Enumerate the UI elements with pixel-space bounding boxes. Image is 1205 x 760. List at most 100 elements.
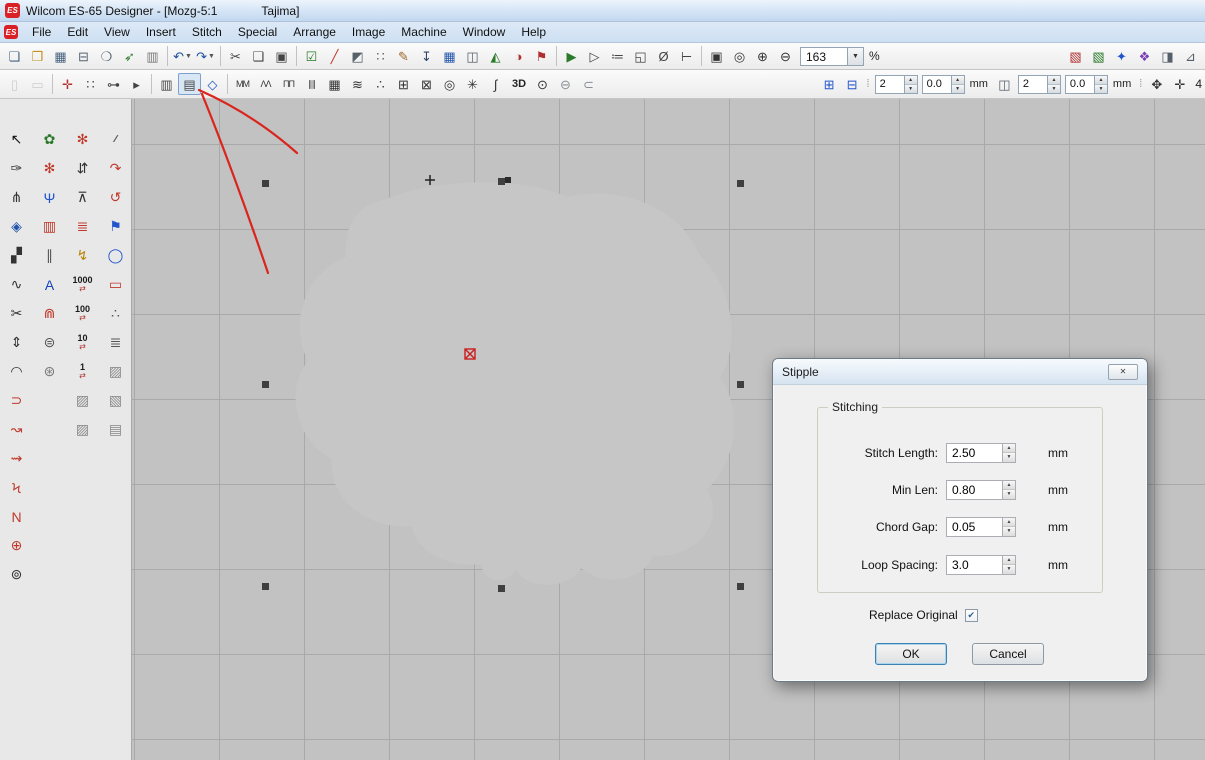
snap-grid-icon[interactable]: ⊟ — [841, 73, 864, 95]
scissors-tool-icon[interactable]: ✂ — [4, 301, 30, 326]
selection-handle[interactable] — [737, 180, 744, 187]
pin-icon[interactable]: ↧ — [415, 45, 438, 67]
redo-icon[interactable]: ↷▼ — [194, 45, 217, 67]
zoom-1-1-icon[interactable]: ◎ — [728, 45, 751, 67]
spin-up-icon[interactable]: ▲ — [1095, 76, 1107, 84]
print-icon[interactable]: ⊟ — [72, 45, 95, 67]
thread-palette-icon[interactable]: ▧ — [1064, 45, 1087, 67]
menu-special[interactable]: Special — [230, 23, 285, 41]
dialog-close-button[interactable]: ✕ — [1108, 364, 1138, 380]
object-properties-icon[interactable]: ✦ — [1110, 45, 1133, 67]
flag-icon[interactable]: ⚑ — [530, 45, 553, 67]
grid-offset-y-stepper[interactable]: 0.0▲▼ — [1065, 75, 1108, 94]
stitch-chart-icon[interactable]: ◭ — [484, 45, 507, 67]
zoom-box-icon[interactable]: ▣ — [705, 45, 728, 67]
design-properties-icon[interactable]: ▥ — [141, 45, 164, 67]
pan-tool-icon[interactable]: ✥ — [1145, 73, 1168, 95]
spin-up-icon[interactable]: ▲ — [952, 76, 964, 84]
stipple-run-icon[interactable]: ▤ — [178, 73, 201, 95]
selection-handle[interactable] — [262, 180, 269, 187]
hatch-box-icon[interactable]: ◩ — [346, 45, 369, 67]
grid-fill-icon[interactable]: ▦ — [438, 45, 461, 67]
menu-view[interactable]: View — [96, 23, 138, 41]
layers-tool-icon[interactable]: ≣ — [70, 214, 96, 239]
applique-icon[interactable]: ⊠ — [415, 73, 438, 95]
chord-gap-spinner[interactable]: ▲▼ — [1002, 517, 1016, 537]
ruler-icon[interactable]: ⊢ — [675, 45, 698, 67]
buttonhole-tool-icon[interactable]: ⊜ — [37, 330, 63, 355]
cross-stitch-icon[interactable]: ⊞ — [392, 73, 415, 95]
curve-tool-icon[interactable]: ⊃ — [4, 388, 30, 413]
knife-icon[interactable]: ╱ — [323, 45, 346, 67]
insert-point-tool-icon[interactable]: ⊕ — [4, 533, 30, 558]
freehand-select-tool-icon[interactable]: ✑ — [4, 156, 30, 181]
min-len-input[interactable] — [946, 480, 1002, 500]
menu-help[interactable]: Help — [513, 23, 554, 41]
selection-handle[interactable] — [737, 381, 744, 388]
chord-gap-input[interactable] — [946, 517, 1002, 537]
grid-spacing-y-stepper[interactable]: 2▲▼ — [1018, 75, 1061, 94]
grid-offset-x-value[interactable]: 0.0 — [922, 75, 952, 94]
auto-select-icon[interactable]: ☑ — [300, 45, 323, 67]
preset-1[interactable]: 1⇄ — [68, 359, 98, 384]
min-len-spinner[interactable]: ▲▼ — [1002, 480, 1016, 500]
texture-a-icon[interactable]: ▨ — [70, 388, 96, 413]
stitch-sequence-icon[interactable]: ▥ — [155, 73, 178, 95]
texture-d-icon[interactable]: ▧ — [103, 388, 129, 413]
menu-insert[interactable]: Insert — [138, 23, 184, 41]
window-titlebar[interactable]: ES Wilcom ES-65 Designer - [Mozg-5:1 Taj… — [0, 0, 1205, 22]
grid-offset-x-stepper[interactable]: 0.0▲▼ — [922, 75, 965, 94]
lightning-tool-icon[interactable]: ↯ — [70, 243, 96, 268]
hatch-lines-tool-icon[interactable]: ∕∕ — [103, 127, 129, 152]
satin-stitch-icon[interactable]: ΜΜ — [231, 73, 254, 95]
needle-point-icon[interactable]: ✛ — [56, 73, 79, 95]
effects-icon[interactable]: ❖ — [1133, 45, 1156, 67]
menu-arrange[interactable]: Arrange — [285, 23, 344, 41]
menu-edit[interactable]: Edit — [59, 23, 96, 41]
motif-tool-icon[interactable]: ✻ — [37, 156, 63, 181]
toolbar-overflow-icon[interactable]: ⊿ — [1179, 45, 1202, 67]
ellipse-tool-icon[interactable]: ◯ — [103, 243, 129, 268]
fabric-display-icon[interactable]: ▧ — [1087, 45, 1110, 67]
selection-handle[interactable] — [262, 583, 269, 590]
fill-hatch-tool-icon[interactable]: ▞ — [4, 243, 30, 268]
ok-button[interactable]: OK — [875, 643, 947, 665]
selection-handle[interactable] — [262, 381, 269, 388]
cancel-button[interactable]: Cancel — [972, 643, 1044, 665]
replace-original-checkbox[interactable]: ✔ — [965, 609, 978, 622]
grid-spacing-x-stepper[interactable]: 2▲▼ — [875, 75, 918, 94]
menu-image[interactable]: Image — [344, 23, 393, 41]
center-design-icon[interactable]: ✛ — [1168, 73, 1191, 95]
selection-handle[interactable] — [737, 583, 744, 590]
paste-icon[interactable]: ▣ — [270, 45, 293, 67]
select-tool-icon[interactable]: ↖ — [4, 127, 30, 152]
loop-tool-icon[interactable]: ⊂ — [577, 73, 600, 95]
thumbnail-view-icon[interactable]: ◱ — [629, 45, 652, 67]
menu-window[interactable]: Window — [455, 23, 514, 41]
menu-file[interactable]: File — [24, 23, 59, 41]
show-grid-icon[interactable]: ⊞ — [818, 73, 841, 95]
satin-column-tool-icon[interactable]: ▥ — [37, 214, 63, 239]
spin-down-icon[interactable]: ▼ — [1003, 489, 1015, 499]
spin-down-icon[interactable]: ▼ — [1003, 526, 1015, 536]
grid-offset-y-value[interactable]: 0.0 — [1065, 75, 1095, 94]
dotted-box-icon[interactable]: ∷ — [369, 45, 392, 67]
zoom-in-icon[interactable]: ⊕ — [751, 45, 774, 67]
e-stitch-icon[interactable]: ΠΠ — [277, 73, 300, 95]
menu-stitch[interactable]: Stitch — [184, 23, 230, 41]
slow-redraw-icon[interactable]: ▸ — [125, 73, 148, 95]
preset-100[interactable]: 100⇄ — [68, 301, 98, 326]
sequin-run-icon[interactable]: ⊙ — [531, 73, 554, 95]
stitch-list-icon[interactable]: ≔ — [606, 45, 629, 67]
lines-tool-icon[interactable]: ≣ — [103, 330, 129, 355]
monogram-tool-icon[interactable]: ⋒ — [37, 301, 63, 326]
spin-down-icon[interactable]: ▼ — [905, 84, 917, 93]
tatami-fill-icon[interactable]: ∥∥ — [300, 73, 323, 95]
zoom-value[interactable]: 163 — [800, 47, 848, 66]
spin-down-icon[interactable]: ▼ — [1003, 564, 1015, 574]
spin-up-icon[interactable]: ▲ — [1003, 444, 1015, 453]
save-design-icon[interactable]: ▦ — [49, 45, 72, 67]
arc-ccw-tool-icon[interactable]: ↺ — [103, 185, 129, 210]
spray-tool-icon[interactable]: ∴ — [103, 301, 129, 326]
flower-fill-tool-icon[interactable]: ✿ — [37, 127, 63, 152]
